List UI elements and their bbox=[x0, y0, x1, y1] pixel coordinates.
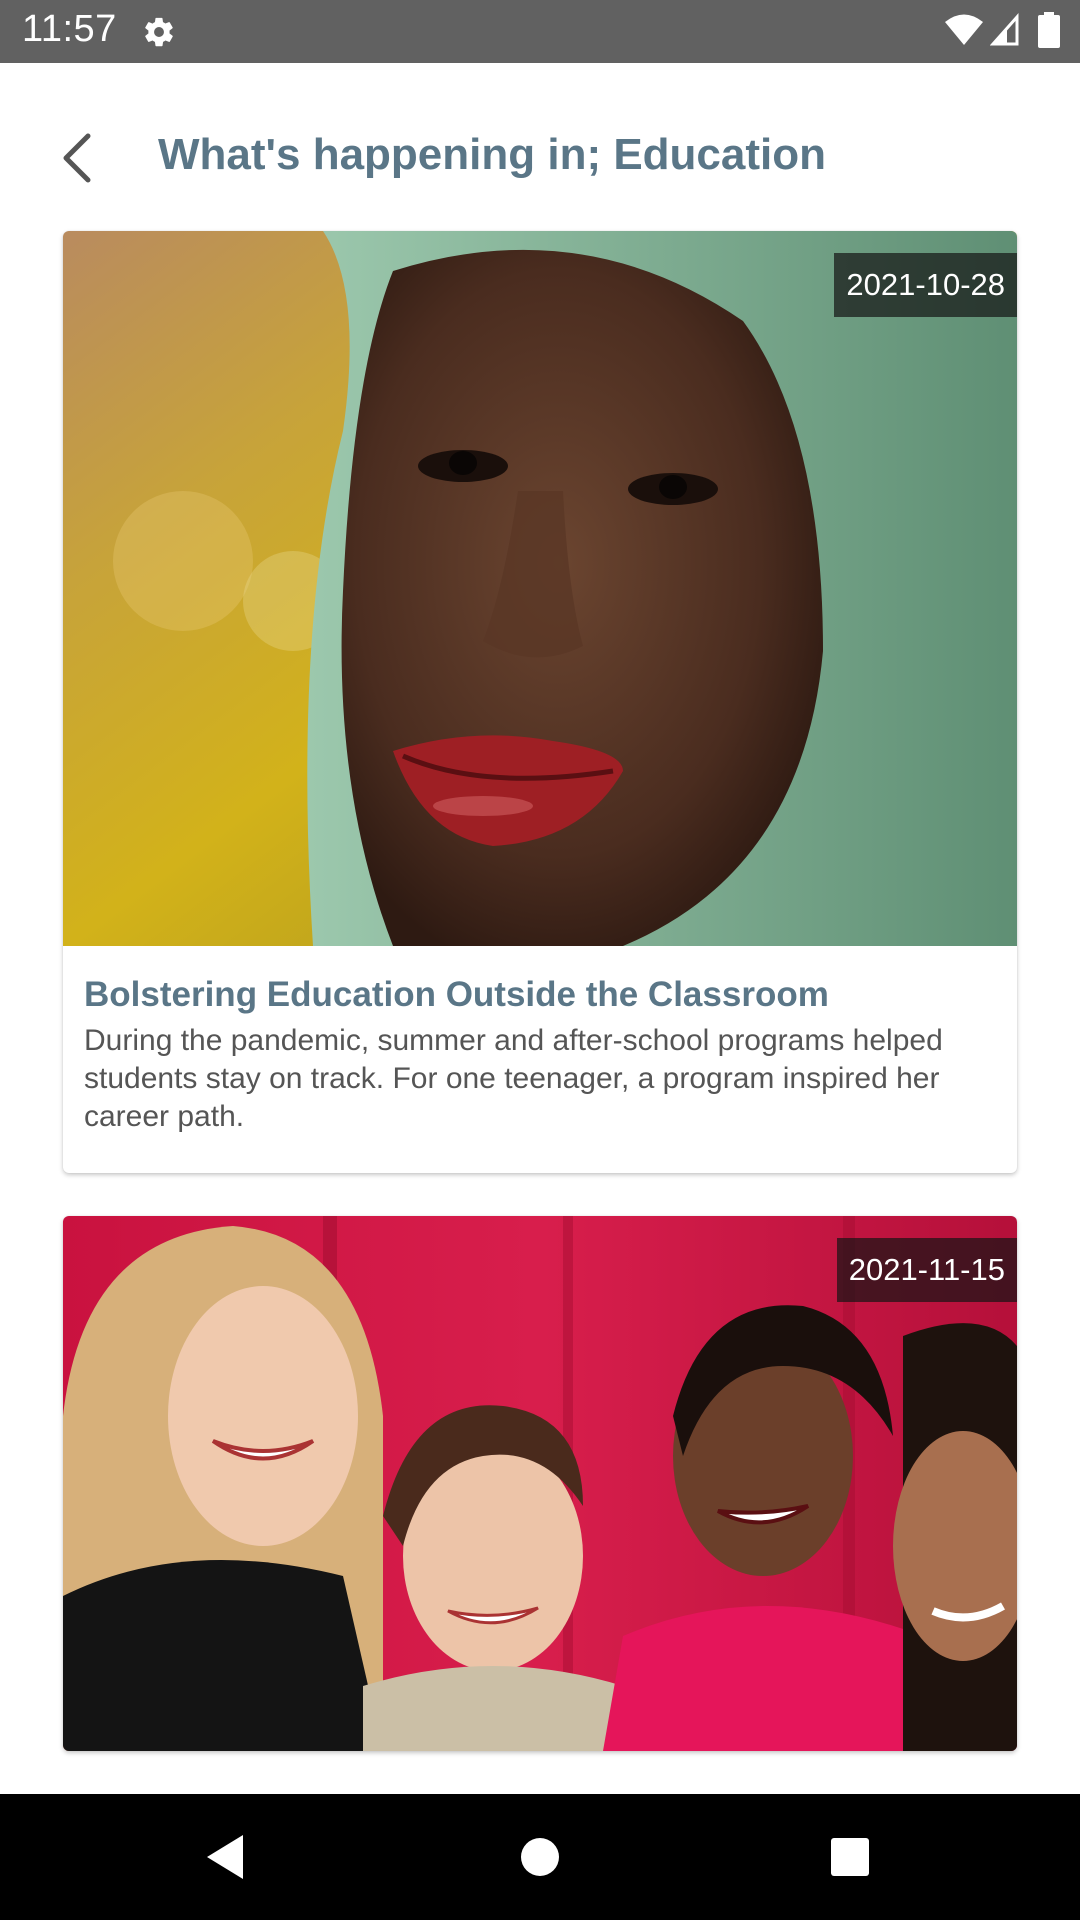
system-nav-bar bbox=[0, 1794, 1080, 1920]
article-photo bbox=[63, 231, 1017, 946]
nav-home-circle-icon bbox=[521, 1838, 559, 1876]
date-badge: 2021-10-28 bbox=[834, 253, 1017, 317]
nav-back-triangle-icon bbox=[207, 1835, 243, 1879]
nav-recents-button[interactable] bbox=[820, 1827, 880, 1887]
date-badge: 2021-11-15 bbox=[836, 1238, 1017, 1302]
battery-icon bbox=[1038, 12, 1060, 48]
article-text: Bolstering Education Outside the Classro… bbox=[84, 972, 996, 1136]
article-description: During the pandemic, summer and after-sc… bbox=[84, 1024, 943, 1133]
page-title: What's happening in; Education bbox=[158, 130, 826, 179]
article-title: Bolstering Education Outside the Classro… bbox=[84, 975, 829, 1014]
article-card[interactable]: 2021-11-15 bbox=[63, 1216, 1017, 1751]
wifi-icon bbox=[944, 13, 984, 47]
article-card[interactable]: 2021-10-28 Bolstering Education Outside … bbox=[63, 231, 1017, 1173]
chevron-left-icon bbox=[63, 133, 91, 183]
nav-home-button[interactable] bbox=[510, 1827, 570, 1887]
cell-signal-icon bbox=[989, 13, 1020, 47]
back-button[interactable] bbox=[56, 128, 100, 188]
nav-recents-square-icon bbox=[831, 1838, 869, 1876]
status-time: 11:57 bbox=[22, 8, 117, 50]
settings-gear-icon bbox=[142, 15, 176, 49]
status-bar: 11:57 bbox=[0, 0, 1080, 63]
nav-back-button[interactable] bbox=[195, 1827, 255, 1887]
